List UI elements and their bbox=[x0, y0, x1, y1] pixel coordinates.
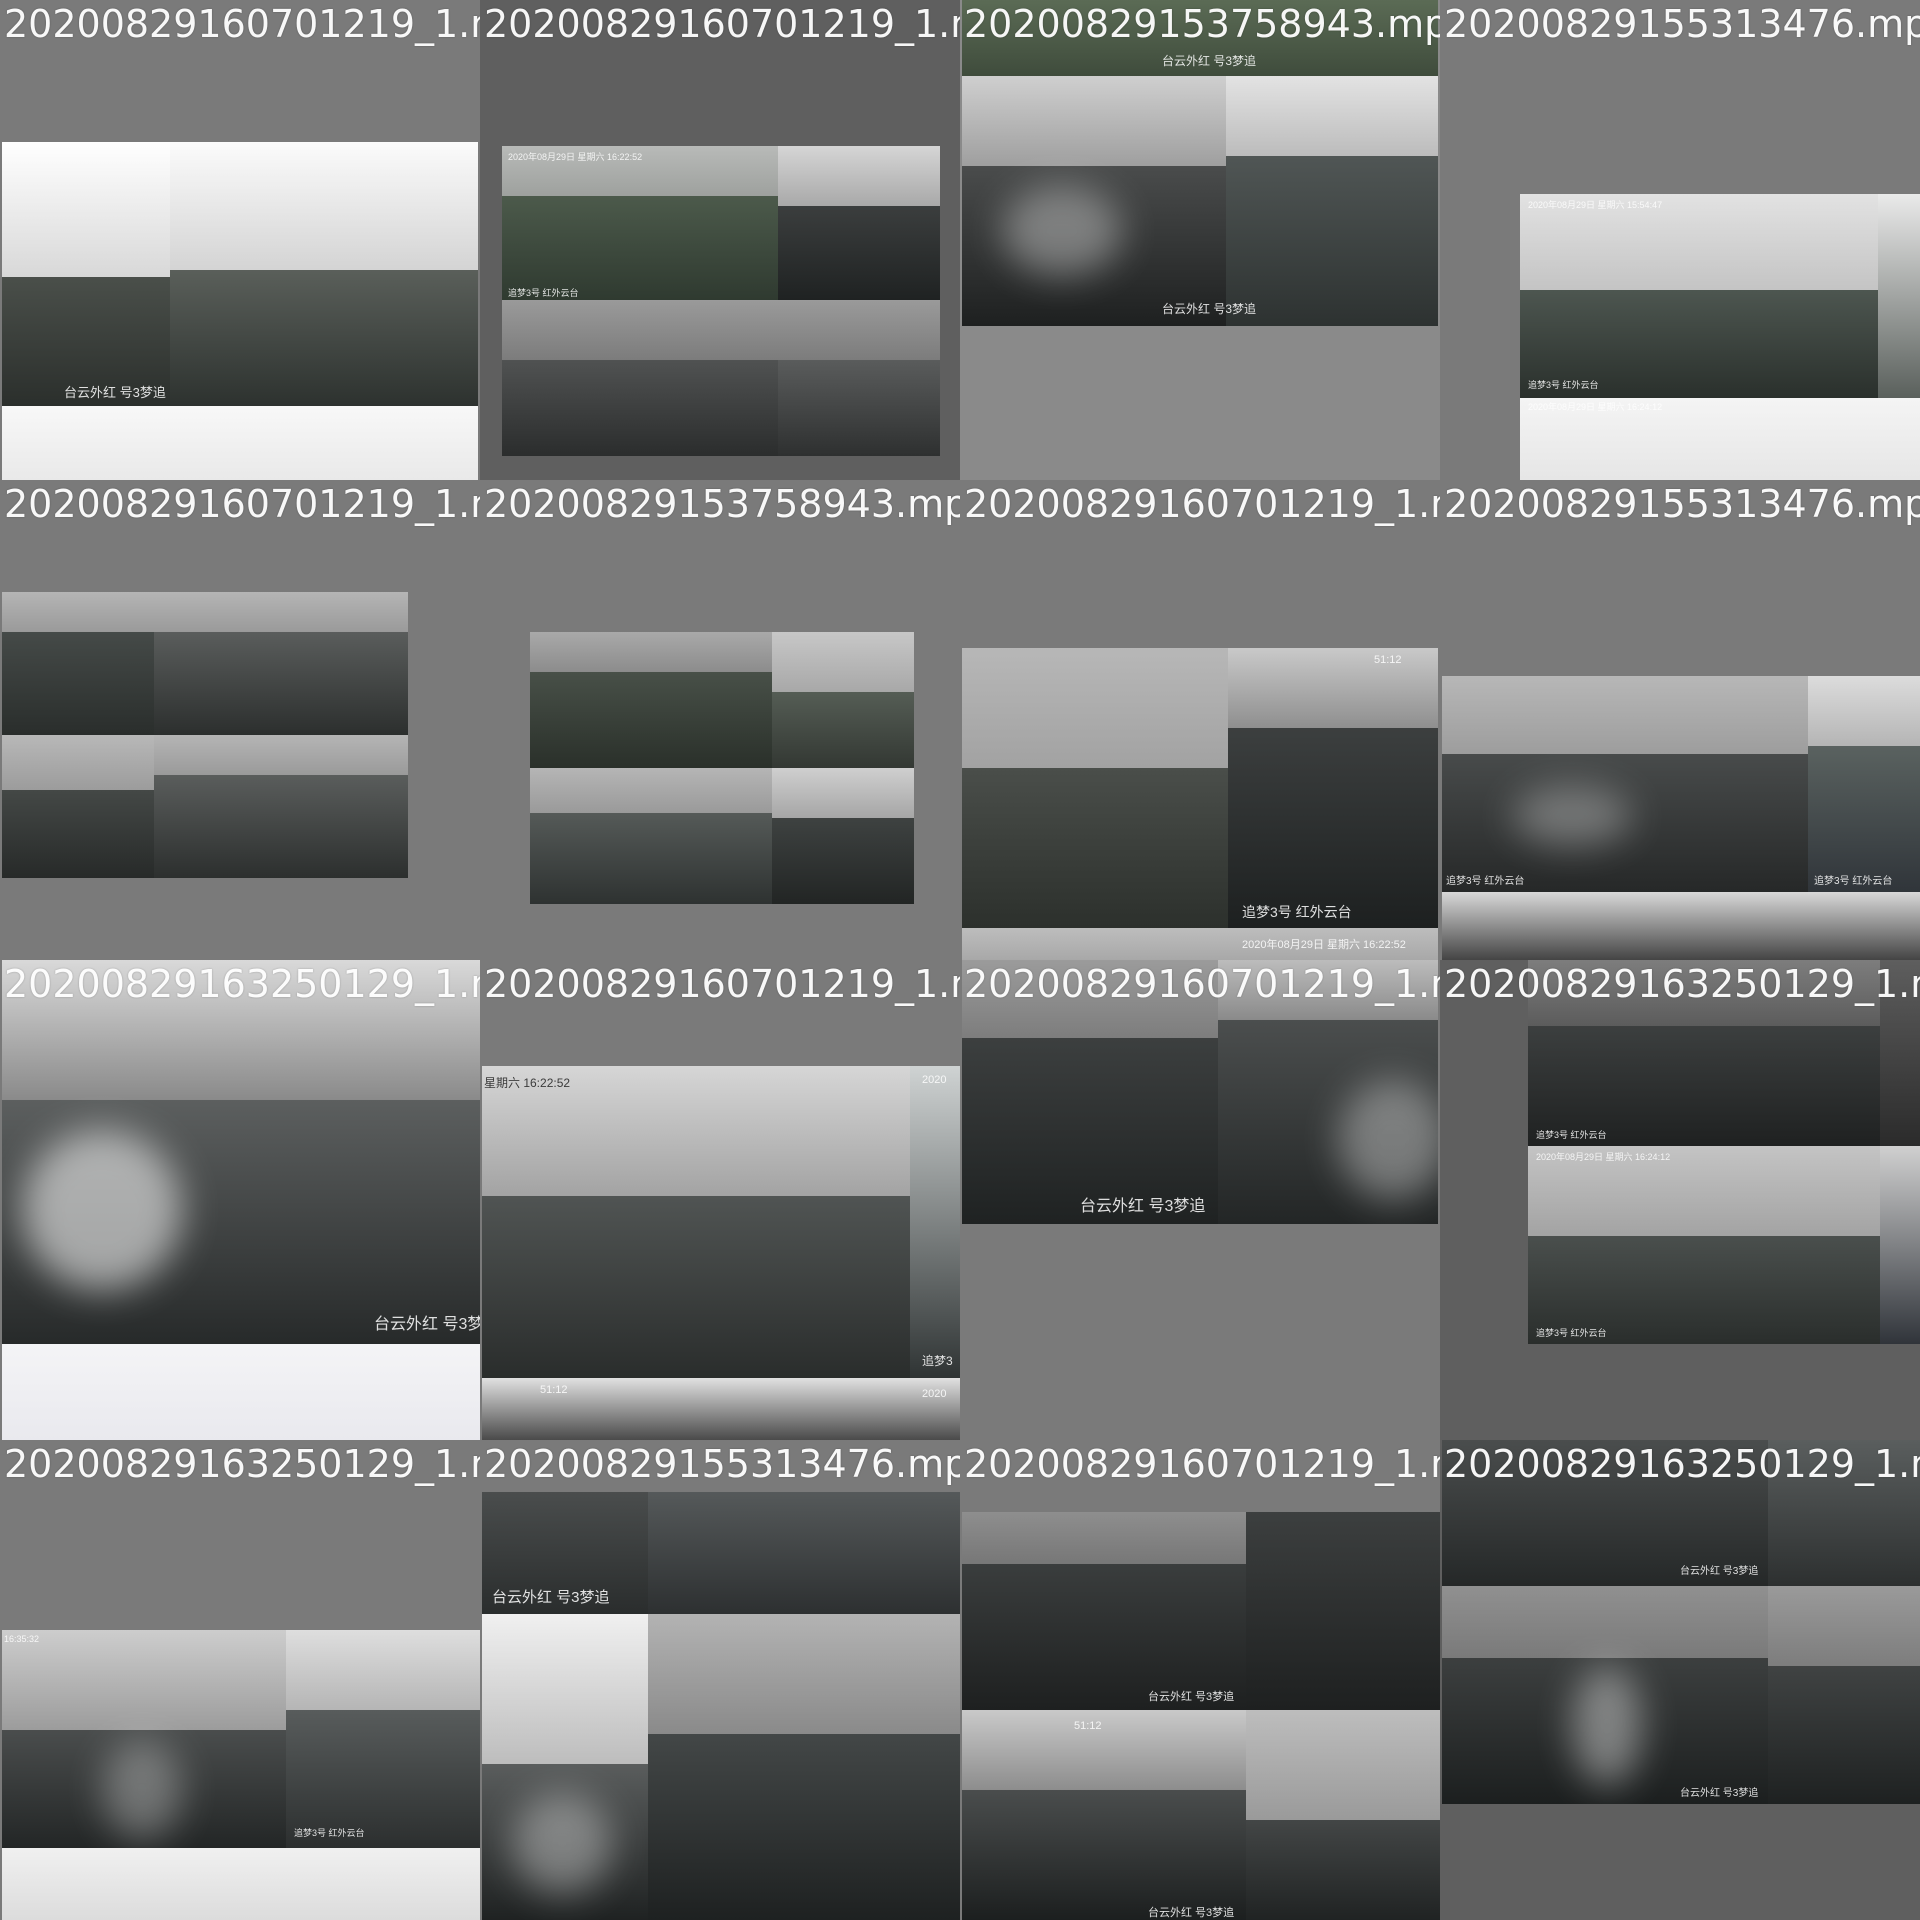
osd-clock: 51:12 bbox=[1374, 654, 1402, 666]
mosaic-tile: 台云外红 号3梦追 20200829160701219_1.mp4_230.jp… bbox=[0, 0, 480, 480]
osd-camera-label: 追梦3号 红外云台 bbox=[1242, 904, 1352, 920]
osd-camera-label: 追梦3号 红外云台 bbox=[1528, 380, 1599, 390]
photo-frame: 台云外红 号3梦追 台云外红 号3梦追 bbox=[962, 0, 1438, 326]
photo-frame: 台云外红 号3梦追 台云外红 号3梦追 bbox=[1442, 1440, 1920, 1804]
osd-clock: 51:12 bbox=[540, 1384, 568, 1396]
mosaic-tile: 51:12 追梦3号 红外云台 2020年08月29日 星期六 16:22:52… bbox=[960, 480, 1440, 960]
tile-filename: 20200829153758943.mp4_183.jpg bbox=[484, 482, 960, 526]
photo-frame bbox=[530, 632, 914, 904]
osd-camera-label: 追梦3号 红外云台 bbox=[1446, 876, 1525, 887]
mosaic-tile: 台云外红 号3梦追 20200829160701219_1.mp4_130.jp… bbox=[960, 960, 1440, 1440]
mosaic-tile: 2020年08月29日 星期六 16:22:52 追梦3号 红外云台 20200… bbox=[480, 0, 960, 480]
mosaic-tile: 台云外红 号3梦追 51:12 台云外红 号3梦追 20200829160701… bbox=[960, 1440, 1440, 1920]
tile-filename: 20200829160701219_1.mp4_216.jpg bbox=[484, 962, 960, 1006]
tile-filename: 20200829163250129_1.mp4_275.jpg bbox=[4, 962, 480, 1006]
photo-frame: 16:35:32 追梦3号 红外云台 bbox=[2, 1630, 480, 1920]
osd-camera-label: 台云外红 号3梦追 bbox=[1148, 1691, 1235, 1703]
osd-camera-label: 台云外红 号3梦追 bbox=[1148, 1907, 1235, 1919]
tile-filename: 20200829160701219_1.mp4_230.jpg bbox=[4, 2, 480, 46]
tile-filename: 20200829155313476.mp4_82.jpg bbox=[484, 1442, 960, 1486]
osd-clock: 51:12 bbox=[1074, 1720, 1102, 1732]
photo-frame: 51:12 追梦3号 红外云台 2020年08月29日 星期六 16:22:52 bbox=[962, 648, 1438, 960]
osd-date-time: 2020年08月29日 星期六 16:22:52 bbox=[1242, 939, 1406, 951]
mosaic-tile: 台云外红 号3梦追 台云外红 号3梦追 20200829163250129_1.… bbox=[1440, 1440, 1920, 1920]
osd-camera-label: 台云外红 号3梦追 bbox=[1162, 54, 1257, 68]
osd-camera-label: 台云外红 号3梦追 bbox=[1680, 1566, 1759, 1577]
tile-filename: 20200829163250129_1.mp4_240.jpg bbox=[4, 1442, 480, 1486]
osd-date-time: 2020年08月29日 星期六 16:24:12 bbox=[1536, 1152, 1671, 1162]
tile-filename: 20200829153758943.mp4_68.jpg bbox=[964, 2, 1440, 46]
osd-camera-label: 台云外红 号3梦追 bbox=[374, 1316, 480, 1333]
tile-filename: 20200829160701219_1.mp4_130.jpg bbox=[964, 962, 1440, 1006]
tile-filename: 20200829160701219_1.mp4_254.jpg bbox=[484, 2, 960, 46]
mosaic-tile: 台云外红 号3梦追 20200829155313476.mp4_82.jpg bbox=[480, 1440, 960, 1920]
photo-frame: 台云外红 号3梦追 bbox=[2, 142, 478, 480]
photo-frame: 追梦3号 红外云台 2020年08月29日 星期六 16:24:12 追梦3号 … bbox=[1528, 960, 1920, 1344]
osd-camera-label: 台云外红 号3梦追 bbox=[1162, 302, 1257, 316]
osd-camera-label: 追梦3号 红外云台 bbox=[508, 288, 579, 298]
photo-frame: 追梦3号 红外云台 追梦3号 红外云台 bbox=[1442, 676, 1920, 960]
mosaic-tile: 台云外红 号3梦追 台云外红 号3梦追 20200829153758943.mp… bbox=[960, 0, 1440, 480]
tile-filename: 20200829155313476.mp4_27.jpg bbox=[1444, 2, 1920, 46]
mosaic-tile: 20200829153758943.mp4_183.jpg bbox=[480, 480, 960, 960]
mosaic-tile: 追梦3号 红外云台 追梦3号 红外云台 20200829155313476.mp… bbox=[1440, 480, 1920, 960]
osd-date-time: 2020年08月29日 星期六 15:54:47 bbox=[1528, 200, 1663, 210]
photo-frame: 台云外红 号3梦追 bbox=[2, 960, 480, 1440]
osd-date-time: 2020年08月29日 星期六 16:22:52 bbox=[508, 152, 643, 162]
tile-filename: 20200829160701219_1.mp4_120.jpg bbox=[4, 482, 480, 526]
mosaic-tile: 2020年08月29日 星期六 15:54:47 追梦3号 红外云台 2020年… bbox=[1440, 0, 1920, 480]
osd-date-time: 2020年08月29日 星期六 16:24:12 bbox=[1528, 402, 1663, 412]
photo-frame: 星期六 16:22:52 2020 追梦3 51:12 2020 bbox=[482, 1066, 960, 1440]
osd-camera-label: 追梦3号 红外云台 bbox=[1814, 876, 1893, 887]
mosaic-tile: 星期六 16:22:52 2020 追梦3 51:12 2020 2020082… bbox=[480, 960, 960, 1440]
osd-camera-label: 台云外红 号3梦追 bbox=[492, 1589, 610, 1606]
osd-year: 2020 bbox=[922, 1388, 947, 1400]
tile-filename: 20200829160701219_1.mp4_189.jpg bbox=[964, 482, 1440, 526]
mosaic-tile: 20200829160701219_1.mp4_120.jpg bbox=[0, 480, 480, 960]
osd-camera-label: 追梦3 bbox=[922, 1354, 953, 1368]
osd-camera-label: 追梦3号 红外云台 bbox=[1536, 1130, 1607, 1140]
photo-frame: 台云外红 号3梦追 51:12 台云外红 号3梦追 bbox=[962, 1512, 1440, 1920]
osd-weekday-time: 星期六 16:22:52 bbox=[484, 1076, 571, 1090]
tile-filename: 20200829163250129_1.mp4_2 bbox=[1444, 962, 1920, 1006]
osd-camera-label: 台云外红 号3梦追 bbox=[1680, 1788, 1759, 1799]
mosaic-tile: 追梦3号 红外云台 2020年08月29日 星期六 16:24:12 追梦3号 … bbox=[1440, 960, 1920, 1440]
photo-frame: 台云外红 号3梦追 bbox=[482, 1492, 960, 1920]
tile-filename: 20200829163250129_1.mp4_2 bbox=[1444, 1442, 1920, 1486]
osd-camera-label: 追梦3号 红外云台 bbox=[1536, 1328, 1607, 1338]
tile-filename: 20200829155313476.mp4_9 bbox=[1444, 482, 1920, 526]
image-mosaic: 台云外红 号3梦追 20200829160701219_1.mp4_230.jp… bbox=[0, 0, 1920, 1920]
osd-camera-label: 追梦3号 红外云台 bbox=[294, 1828, 365, 1838]
mosaic-tile: 16:35:32 追梦3号 红外云台 20200829163250129_1.m… bbox=[0, 1440, 480, 1920]
photo-frame: 2020年08月29日 星期六 16:22:52 追梦3号 红外云台 bbox=[502, 146, 940, 456]
tile-filename: 20200829160701219_1.mp4_62.jpg bbox=[964, 1442, 1440, 1486]
photo-frame bbox=[2, 592, 408, 878]
osd-time: 16:35:32 bbox=[4, 1634, 40, 1644]
osd-year: 2020 bbox=[922, 1074, 947, 1086]
mosaic-tile: 台云外红 号3梦追 20200829163250129_1.mp4_275.jp… bbox=[0, 960, 480, 1440]
osd-camera-label: 台云外红 号3梦追 bbox=[64, 385, 166, 400]
photo-frame: 2020年08月29日 星期六 15:54:47 追梦3号 红外云台 2020年… bbox=[1520, 194, 1920, 480]
osd-camera-label: 台云外红 号3梦追 bbox=[1080, 1198, 1206, 1215]
